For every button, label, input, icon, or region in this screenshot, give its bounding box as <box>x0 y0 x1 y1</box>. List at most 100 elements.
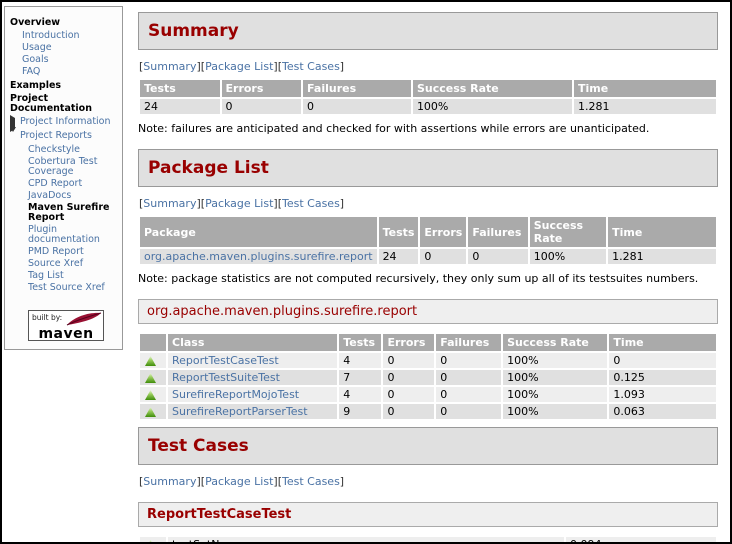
class-link[interactable]: SurefireReportMojoTest <box>172 388 299 401</box>
test-case-time: 0.094 <box>566 537 716 542</box>
col-header-errors: Errors <box>420 217 467 247</box>
sidebar-report-item[interactable]: Maven Surefire Report <box>10 202 119 224</box>
class-link[interactable]: SurefireReportParserTest <box>172 405 308 418</box>
class-link[interactable]: ReportTestCaseTest <box>172 354 279 367</box>
package-detail-banner: org.apache.maven.plugins.surefire.report <box>138 299 718 324</box>
col-header-time: Time <box>609 334 716 351</box>
class-errors: 0 <box>383 353 435 368</box>
col-header-success-rate: Success Rate <box>503 334 608 351</box>
package-row: org.apache.maven.plugins.surefire.report… <box>140 249 716 264</box>
test-case-row: testSetName 0.094 <box>140 537 716 542</box>
col-header-tests: Tests <box>140 80 220 97</box>
bracket: ] <box>339 197 345 210</box>
sidebar-item-project-reports[interactable]: Project Reports <box>10 127 119 144</box>
col-header-success-rate: Success Rate <box>529 217 607 247</box>
nav-link[interactable]: Test Cases <box>282 197 340 210</box>
summary-success-rate: 100% <box>412 99 572 114</box>
sidebar-item[interactable]: FAQ <box>10 66 119 78</box>
expanded-arrow-icon[interactable] <box>10 127 20 143</box>
sidebar-link-project-reports[interactable]: Project Reports <box>20 131 92 141</box>
package-list-title: Package List <box>148 158 269 178</box>
sidebar-project-reports-list: Checkstyle Cobertura Test Coverage CPD Rep… <box>10 144 119 294</box>
class-row: SurefireReportParserTest 9 0 0 100% 0.06… <box>140 404 716 419</box>
sidebar-report-item[interactable]: Plugin documentation <box>10 224 119 246</box>
bracket: ] <box>339 475 345 488</box>
section-nav-links: [Summary][Package List][Test Cases] <box>139 197 718 210</box>
built-by-caption: built by: <box>32 313 63 322</box>
nav-link[interactable]: Test Cases <box>282 475 340 488</box>
summary-errors: 0 <box>221 99 302 114</box>
class-tests: 7 <box>339 370 382 385</box>
col-header-status <box>140 334 166 351</box>
test-success-icon <box>145 407 156 417</box>
nav-link[interactable]: Package List <box>205 197 273 210</box>
sidebar-item-project-information[interactable]: Project Information <box>10 115 119 132</box>
summary-row: 24 0 0 100% 1.281 <box>140 99 716 114</box>
sidebar-report-item[interactable]: Checkstyle <box>10 144 119 156</box>
class-results-table: Class Tests Errors Failures Success Rate… <box>138 332 718 421</box>
class-failures: 0 <box>436 404 502 419</box>
class-success-rate: 100% <box>503 353 608 368</box>
test-success-icon <box>145 356 156 366</box>
sidebar-heading-project-documentation: Project Documentation <box>10 93 92 114</box>
class-failures: 0 <box>436 353 502 368</box>
class-errors: 0 <box>383 387 435 402</box>
col-header-time: Time <box>608 217 716 247</box>
section-nav-links: [Summary][Package List][Test Cases] <box>139 475 718 488</box>
class-row: SurefireReportMojoTest 4 0 0 100% 1.093 <box>140 387 716 402</box>
class-row: ReportTestCaseTest 4 0 0 100% 0 <box>140 353 716 368</box>
summary-title: Summary <box>148 21 239 41</box>
sidebar-item[interactable]: Goals <box>10 54 119 66</box>
class-success-rate: 100% <box>503 370 608 385</box>
summary-table: Tests Errors Failures Success Rate Time … <box>138 78 718 116</box>
class-time: 0 <box>609 353 716 368</box>
built-by-maven-logo[interactable]: built by: maven <box>28 310 104 341</box>
class-row: ReportTestSuiteTest 7 0 0 100% 0.125 <box>140 370 716 385</box>
sidebar-report-item[interactable]: Cobertura Test Coverage <box>10 156 119 178</box>
sidebar-report-item[interactable]: Source Xref <box>10 258 119 270</box>
sidebar-item[interactable]: Usage <box>10 42 119 54</box>
summary-note: Note: failures are anticipated and check… <box>138 122 650 135</box>
class-success-rate: 100% <box>503 404 608 419</box>
package-errors: 0 <box>420 249 467 264</box>
nav-link[interactable]: Summary <box>143 197 196 210</box>
class-failures: 0 <box>436 387 502 402</box>
sidebar-link-project-information[interactable]: Project Information <box>20 117 111 127</box>
sidebar-report-item[interactable]: PMD Report <box>10 246 119 258</box>
class-success-rate: 100% <box>503 387 608 402</box>
package-success-rate: 100% <box>529 249 607 264</box>
package-link[interactable]: org.apache.maven.plugins.surefire.report <box>144 250 373 263</box>
col-header-tests: Tests <box>378 217 419 247</box>
nav-link[interactable]: Package List <box>205 60 273 73</box>
sidebar-navigation: Overview Introduction Usage Goals FAQ Examp… <box>4 6 123 350</box>
class-link[interactable]: ReportTestSuiteTest <box>172 371 280 384</box>
sidebar-report-item[interactable]: JavaDocs <box>10 190 119 202</box>
test-success-icon <box>145 390 156 400</box>
test-cases-table: testSetName 0.094 testSetTestCases 0 <box>138 535 718 542</box>
col-header-failures: Failures <box>303 80 411 97</box>
test-cases-section-banner: Test Cases <box>138 427 718 465</box>
nav-link[interactable]: Test Cases <box>282 60 340 73</box>
class-time: 0.063 <box>609 404 716 419</box>
nav-link[interactable]: Package List <box>205 475 273 488</box>
col-header-failures: Failures <box>436 334 502 351</box>
sidebar-report-item[interactable]: Tag List <box>10 270 119 282</box>
class-time: 0.125 <box>609 370 716 385</box>
class-errors: 0 <box>383 404 435 419</box>
class-errors: 0 <box>383 370 435 385</box>
report-main-content: Summary [Summary][Package List][Test Cas… <box>138 12 718 542</box>
sidebar-report-item[interactable]: Test Source Xref <box>10 282 119 294</box>
nav-link[interactable]: Summary <box>143 475 196 488</box>
sidebar-report-item[interactable]: CPD Report <box>10 178 119 190</box>
class-tests: 4 <box>339 353 382 368</box>
test-success-icon <box>145 540 156 542</box>
col-header-time: Time <box>573 80 716 97</box>
col-header-failures: Failures <box>468 217 528 247</box>
package-list-table: Package Tests Errors Failures Success Ra… <box>138 215 718 266</box>
test-case-name: testSetName <box>168 537 564 542</box>
bracket: ] <box>339 60 345 73</box>
summary-section-banner: Summary <box>138 12 718 50</box>
sidebar-item[interactable]: Introduction <box>10 30 119 42</box>
package-time: 1.281 <box>608 249 716 264</box>
nav-link[interactable]: Summary <box>143 60 196 73</box>
